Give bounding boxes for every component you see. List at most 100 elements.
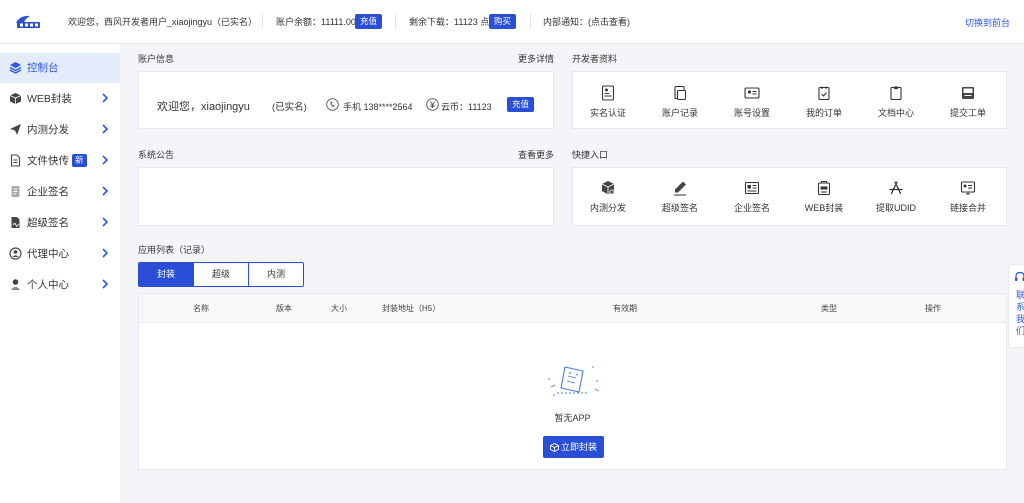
- account-coin: 云币：11123: [441, 102, 492, 112]
- clipboard-icon: [890, 86, 902, 101]
- chevron-right-icon: [102, 124, 109, 134]
- grid-item-label: 内测分发: [589, 203, 626, 213]
- user-icon: [11, 279, 20, 290]
- merge-icon: [960, 181, 976, 195]
- document-icon: [11, 186, 20, 197]
- announcement-section-title: 系统公告: [138, 150, 175, 160]
- quick-item-beta-distribution[interactable]: 内测分发: [576, 180, 640, 214]
- yen-coin-icon: [426, 98, 439, 111]
- box-icon: [9, 93, 22, 104]
- sidebar-item-personal-center[interactable]: 个人中心: [0, 270, 120, 300]
- chevron-right-icon: [102, 217, 109, 227]
- column-header-version: 版本: [276, 304, 292, 313]
- account-section-title: 账户信息: [138, 54, 175, 64]
- downloads-group: 剩余下载：11123 点 购买: [409, 14, 529, 29]
- send-icon: [10, 124, 21, 135]
- top-recharge-button[interactable]: 充值: [355, 14, 383, 29]
- headset-icon: [1015, 271, 1024, 281]
- top-verified: （已实名）: [212, 17, 258, 27]
- app-store-icon: [889, 181, 903, 195]
- sidebar-item-label: 超级签名: [27, 217, 69, 229]
- account-card: 欢迎您，xiaojingyu (已实名) 手机 138****2564 云币：1…: [138, 71, 554, 129]
- internal-notice-link[interactable]: 内部通知：(点击查看): [543, 16, 630, 28]
- grid-item-label: 账号设置: [733, 108, 770, 118]
- announcement-more-link[interactable]: 查看更多: [494, 150, 554, 161]
- package-now-label: 立即封装: [561, 442, 598, 452]
- account-recharge-button[interactable]: 充值: [507, 97, 535, 112]
- chevron-right-icon: [102, 248, 109, 258]
- balance-group: 账户余额：11111.00 充值: [276, 14, 391, 29]
- grid-item-my-orders[interactable]: 我的订单: [792, 85, 856, 119]
- distribute-icon: [601, 181, 615, 195]
- sidebar-item-super-sign[interactable]: 超级签名: [0, 208, 120, 238]
- grid-item-label: 文档中心: [877, 108, 914, 118]
- box-icon: [550, 442, 559, 453]
- chevron-right-icon: [102, 186, 109, 196]
- sidebar-item-agent-center[interactable]: 代理中心: [0, 239, 120, 269]
- sidebar-item-label: 代理中心: [27, 248, 69, 260]
- sidebar-item-label: WEB封装: [27, 93, 72, 105]
- sidebar-item-label: 个人中心: [27, 279, 69, 291]
- table-header: 名称 版本 大小 封装地址（H5） 有效期 类型 操作: [139, 294, 1006, 323]
- tab-beta[interactable]: 内测: [249, 263, 303, 286]
- quick-item-web-package[interactable]: WEB封装: [792, 180, 856, 214]
- brand-logo[interactable]: [14, 13, 42, 30]
- layers-icon: [9, 62, 22, 74]
- account-phone: 手机 138****2564: [343, 102, 413, 112]
- sidebar-item-label: 控制台: [27, 62, 59, 74]
- phone-icon: [326, 98, 339, 111]
- app-table: 名称 版本 大小 封装地址（H5） 有效期 类型 操作 暂无APP 立即封装: [138, 293, 1007, 470]
- tab-super[interactable]: 超级: [194, 263, 248, 286]
- sidebar-item-dashboard[interactable]: 控制台: [0, 53, 120, 83]
- package-now-button[interactable]: 立即封装: [543, 436, 605, 458]
- tab-package[interactable]: 封装: [139, 263, 193, 286]
- grid-item-submit-ticket[interactable]: 提交工单: [936, 85, 1000, 119]
- sidebar-item-web-package[interactable]: WEB封装: [0, 84, 120, 114]
- developer-card: 实名认证 账户记录 账号设置 我的订单 文档中心 提交工单: [572, 71, 1007, 129]
- top-welcome: 欢迎您，西风开发者用户_xiaojingyu: [68, 17, 213, 27]
- grid-item-label: 实名认证: [589, 108, 626, 118]
- column-header-size: 大小: [331, 304, 347, 313]
- quick-item-enterprise-sign[interactable]: 企业签名: [720, 180, 784, 214]
- account-more-link[interactable]: 更多详情: [494, 54, 554, 65]
- package-icon: [817, 180, 831, 196]
- grid-item-document-center[interactable]: 文档中心: [864, 85, 928, 119]
- buy-button[interactable]: 购买: [489, 14, 517, 29]
- column-header-validity: 有效期: [613, 304, 637, 313]
- signature-icon: [11, 217, 20, 228]
- contact-float-panel[interactable]: 联系我们: [1008, 264, 1024, 348]
- sidebar-item-label: 企业签名: [27, 186, 69, 198]
- app-list-title: 应用列表（记录）: [138, 245, 211, 255]
- sidebar-item-enterprise-sign[interactable]: 企业签名: [0, 177, 120, 207]
- downloads-label: 剩余下载：: [409, 17, 455, 27]
- column-header-actions: 操作: [925, 304, 941, 313]
- quick-section-title: 快捷入口: [572, 150, 609, 160]
- column-header-type: 类型: [821, 304, 837, 313]
- contact-us-text: 联系我们: [1016, 290, 1024, 336]
- agent-icon: [9, 247, 22, 260]
- grid-item-account-settings[interactable]: 账号设置: [720, 85, 784, 119]
- quick-item-link-merge[interactable]: 链接合并: [936, 180, 1000, 214]
- balance-value: 11111.00: [321, 17, 356, 27]
- chevron-right-icon: [102, 279, 109, 289]
- divider: [262, 14, 263, 28]
- grid-item-label: 提交工单: [949, 108, 986, 118]
- quick-item-extract-udid[interactable]: 提取UDID: [864, 180, 928, 214]
- app-list-tabs: 封装 超级 内测: [138, 262, 304, 287]
- new-badge: 新: [72, 154, 87, 167]
- sidebar: 控制台 WEB封装 内测分发 文件快传 新 企业签名 超级签名 代理中心 个人中…: [0, 44, 120, 503]
- id-verify-icon: [601, 85, 615, 101]
- grid-item-real-name-auth[interactable]: 实名认证: [576, 85, 640, 119]
- sidebar-item-label: 文件快传: [27, 155, 69, 167]
- grid-item-label: 提取UDID: [876, 203, 916, 213]
- grid-item-account-records[interactable]: 账户记录: [648, 85, 712, 119]
- sidebar-item-beta-distribution[interactable]: 内测分发: [0, 115, 120, 145]
- divider: [530, 14, 531, 28]
- quick-card: 内测分发 超级签名 企业签名 WEB封装 提取UDID 链接合并: [572, 167, 1007, 226]
- sidebar-item-file-transfer[interactable]: 文件快传 新: [0, 146, 120, 176]
- switch-frontend-link[interactable]: 切换到前台: [965, 16, 1010, 29]
- balance-label: 账户余额：: [276, 17, 322, 27]
- quick-item-super-sign[interactable]: 超级签名: [648, 180, 712, 214]
- grid-item-label: 超级签名: [661, 203, 698, 213]
- empty-box-icon: [548, 366, 600, 396]
